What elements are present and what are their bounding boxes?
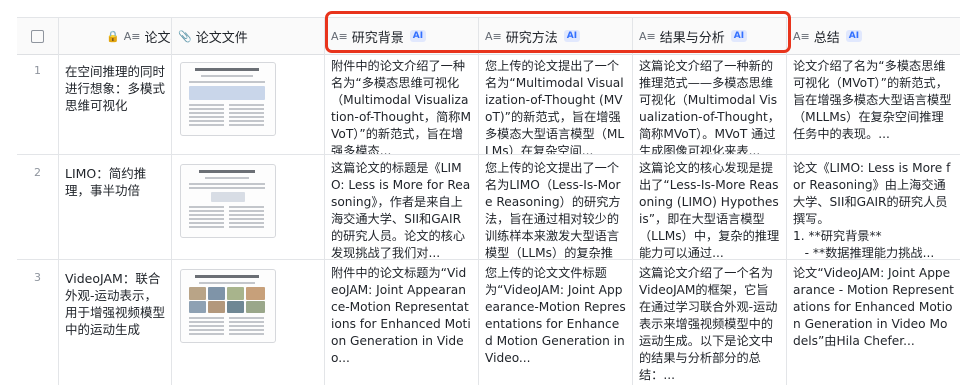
column-label-title: 论文标题 (144, 30, 171, 46)
ai-badge: AI (409, 30, 427, 42)
header-row: 🔒 A≡ 论文标题 📎 论文文件 A≡ 研究背景 AI A≡ 研究方法 AI A… (17, 17, 960, 55)
paper-title-cell[interactable]: LIMO：简约推理，事半功倍 (59, 155, 172, 259)
column-header-method[interactable]: A≡ 研究方法 AI (479, 18, 633, 54)
column-header-summary[interactable]: A≡ 总结 AI (787, 18, 960, 54)
lock-icon: 🔒 (106, 29, 120, 43)
method-cell[interactable]: 您上传的论文文件标题为“VideoJAM: Joint Appearance-M… (479, 260, 633, 385)
paper-title-cell[interactable]: 在空间推理的同时进行想象：多模式思维可视化 (59, 53, 172, 154)
pdf-thumbnail[interactable] (180, 62, 276, 136)
ai-text-field-icon: A≡ (793, 29, 810, 43)
select-all-checkbox[interactable] (31, 29, 44, 43)
ai-badge: AI (563, 30, 581, 42)
column-header-file[interactable]: 📎 论文文件 (172, 18, 325, 54)
ai-text-field-icon: A≡ (639, 29, 656, 43)
table-row[interactable]: 1 在空间推理的同时进行想象：多模式思维可视化 附件中的论文介绍了一种名为“多模… (17, 53, 960, 155)
results-cell[interactable]: 这篇论文介绍了一种新的推理范式——多模态思维可视化（Multimodal Vis… (633, 53, 787, 154)
summary-cell[interactable]: 论文介绍了名为“多模态思维可视化（MVoT）”的新范式，旨在增强多模态大型语言模… (787, 53, 960, 154)
table-row[interactable]: 3 VideoJAM：联合外观-运动表示，用于增强视频模型中的运动生成 附件中的… (17, 260, 960, 385)
background-cell[interactable]: 附件中的论文标题为“VideoJAM: Joint Appearance-Mot… (325, 260, 479, 385)
column-label-results: 结果与分析 (659, 30, 725, 46)
column-label-summary: 总结 (813, 30, 840, 46)
row-number: 2 (17, 155, 59, 259)
column-header-title[interactable]: 🔒 A≡ 论文标题 (59, 18, 172, 54)
summary-cell[interactable]: 论文《LIMO: Less is More for Reasoning》由上海交… (787, 155, 960, 259)
paperclip-icon: 📎 (178, 29, 192, 43)
select-all-header[interactable] (17, 18, 59, 54)
method-cell[interactable]: 您上传的论文提出了一个名为“Multimodal Visualization-o… (479, 53, 633, 154)
column-header-results[interactable]: A≡ 结果与分析 AI (633, 18, 787, 54)
background-cell[interactable]: 附件中的论文介绍了一种名为“多模态思维可视化（Multimodal Visual… (325, 53, 479, 154)
paper-file-cell[interactable] (172, 155, 325, 259)
paper-file-cell[interactable] (172, 260, 325, 385)
summary-cell[interactable]: 论文“VideoJAM: Joint Appearance - Motion R… (787, 260, 960, 385)
pdf-thumbnail[interactable] (180, 269, 276, 343)
ai-text-field-icon: A≡ (331, 29, 348, 43)
ai-badge: AI (730, 30, 748, 42)
ai-text-field-icon: A≡ (485, 29, 502, 43)
text-field-icon: A≡ (123, 29, 141, 43)
row-number: 3 (17, 260, 59, 385)
row-number: 1 (17, 53, 59, 154)
pdf-thumbnail[interactable] (180, 164, 276, 238)
column-label-method: 研究方法 (505, 30, 558, 46)
paper-title-cell[interactable]: VideoJAM：联合外观-运动表示，用于增强视频模型中的运动生成 (59, 260, 172, 385)
results-cell[interactable]: 这篇论文介绍了一个名为VideoJAM的框架，它旨在通过学习联合外观-运动表示来… (633, 260, 787, 385)
column-label-background: 研究背景 (351, 30, 404, 46)
column-header-background[interactable]: A≡ 研究背景 AI (325, 18, 479, 54)
background-cell[interactable]: 这篇论文的标题是《LIMO: Less is More for Reasonin… (325, 155, 479, 259)
data-table: 🔒 A≡ 论文标题 📎 论文文件 A≡ 研究背景 AI A≡ 研究方法 AI A… (17, 17, 960, 385)
ai-badge: AI (845, 30, 863, 42)
paper-file-cell[interactable] (172, 53, 325, 154)
table-row[interactable]: 2 LIMO：简约推理，事半功倍 这篇论文的标题是《LIMO: Less is … (17, 155, 960, 260)
method-cell[interactable]: 您上传的论文提出了一个名为LIMO（Less-Is-More Reasoning… (479, 155, 633, 259)
results-cell[interactable]: 这篇论文的核心发现是提出了“Less-Is-More Reasoning (LI… (633, 155, 787, 259)
column-label-file: 论文文件 (195, 30, 248, 46)
